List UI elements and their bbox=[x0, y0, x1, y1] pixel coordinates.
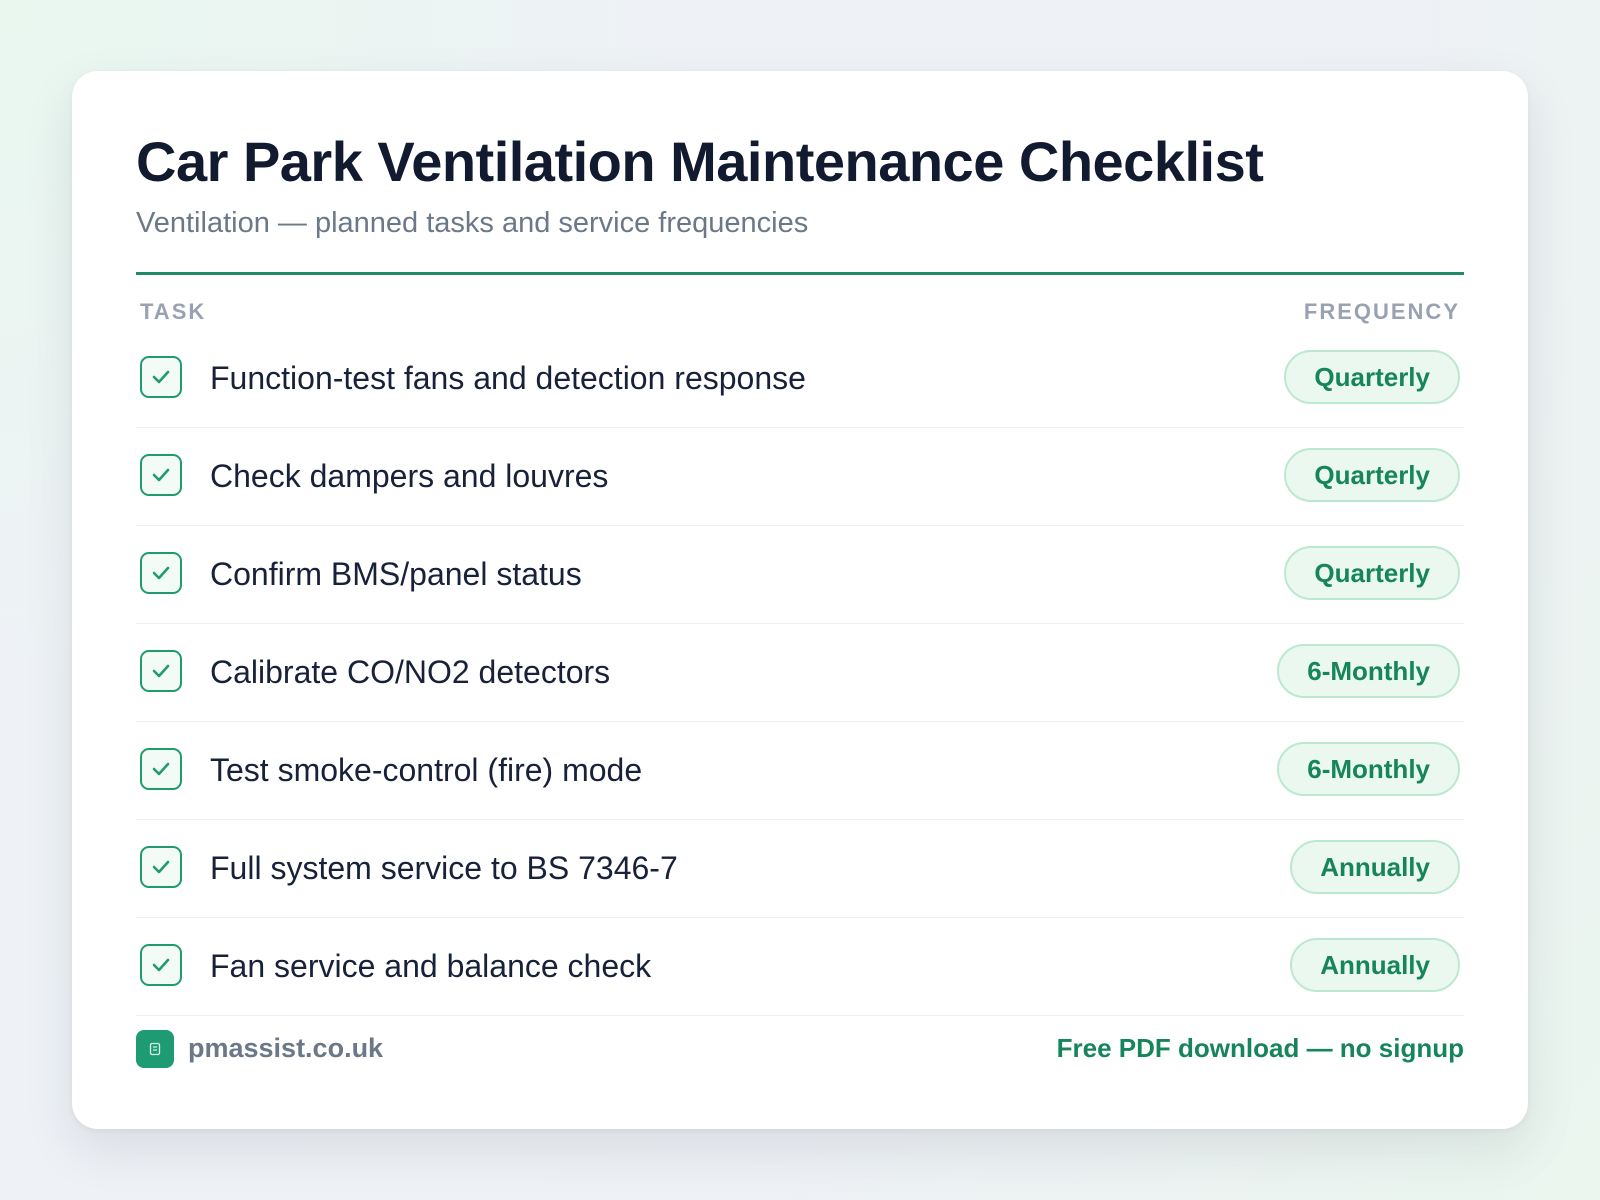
frequency-column-header: FREQUENCY bbox=[1303, 299, 1460, 324]
task-label: Confirm BMS/panel status bbox=[210, 556, 582, 592]
page-subtitle: Ventilation — planned tasks and service … bbox=[136, 207, 809, 239]
frequency-badge: Quarterly bbox=[1284, 448, 1460, 502]
building-icon bbox=[149, 1042, 161, 1056]
task-label: Function-test fans and detection respons… bbox=[210, 360, 806, 396]
checklist-card: Car Park Ventilation Maintenance Checkli… bbox=[72, 71, 1528, 1129]
task-label: Fan service and balance check bbox=[210, 948, 652, 984]
list-item: Calibrate CO/NO2 detectors 6-Monthly bbox=[136, 624, 1464, 722]
checkbox[interactable] bbox=[140, 650, 182, 692]
frequency-badge: 6-Monthly bbox=[1277, 644, 1460, 698]
download-link[interactable]: Free PDF download — no signup bbox=[1057, 1033, 1464, 1064]
frequency-badge: Annually bbox=[1290, 840, 1460, 894]
check-icon bbox=[152, 566, 170, 580]
page-title: Car Park Ventilation Maintenance Checkli… bbox=[136, 130, 1264, 193]
check-icon bbox=[152, 468, 170, 482]
checkbox[interactable] bbox=[140, 356, 182, 398]
frequency-badge: 6-Monthly bbox=[1277, 742, 1460, 796]
check-icon bbox=[152, 664, 170, 678]
task-label: Calibrate CO/NO2 detectors bbox=[210, 654, 611, 690]
list-item: Function-test fans and detection respons… bbox=[136, 330, 1464, 428]
task-label: Full system service to BS 7346-7 bbox=[210, 850, 678, 886]
check-icon bbox=[152, 958, 170, 972]
checkbox[interactable] bbox=[140, 748, 182, 790]
checkbox[interactable] bbox=[140, 552, 182, 594]
list-item: Confirm BMS/panel status Quarterly bbox=[136, 526, 1464, 624]
checkbox[interactable] bbox=[140, 944, 182, 986]
task-column-header: TASK bbox=[140, 299, 207, 324]
checkbox[interactable] bbox=[140, 846, 182, 888]
card-footer: pmassist.co.uk Free PDF download — no si… bbox=[136, 1029, 1464, 1069]
check-icon bbox=[152, 860, 170, 874]
check-icon bbox=[152, 370, 170, 384]
site-link[interactable]: pmassist.co.uk bbox=[188, 1033, 383, 1064]
task-label: Check dampers and louvres bbox=[210, 458, 609, 494]
check-icon bbox=[152, 762, 170, 776]
list-item: Fan service and balance check Annually bbox=[136, 918, 1464, 1016]
frequency-badge: Quarterly bbox=[1284, 546, 1460, 600]
task-label: Test smoke-control (fire) mode bbox=[210, 752, 643, 788]
list-item: Check dampers and louvres Quarterly bbox=[136, 428, 1464, 526]
list-item: Test smoke-control (fire) mode 6-Monthly bbox=[136, 722, 1464, 820]
task-list: Function-test fans and detection respons… bbox=[136, 330, 1464, 1016]
card-content: Car Park Ventilation Maintenance Checkli… bbox=[136, 71, 1464, 1129]
checkbox[interactable] bbox=[140, 454, 182, 496]
site-logo bbox=[136, 1030, 174, 1068]
frequency-badge: Annually bbox=[1290, 938, 1460, 992]
header-divider bbox=[136, 272, 1464, 275]
list-item: Full system service to BS 7346-7 Annuall… bbox=[136, 820, 1464, 918]
frequency-badge: Quarterly bbox=[1284, 350, 1460, 404]
